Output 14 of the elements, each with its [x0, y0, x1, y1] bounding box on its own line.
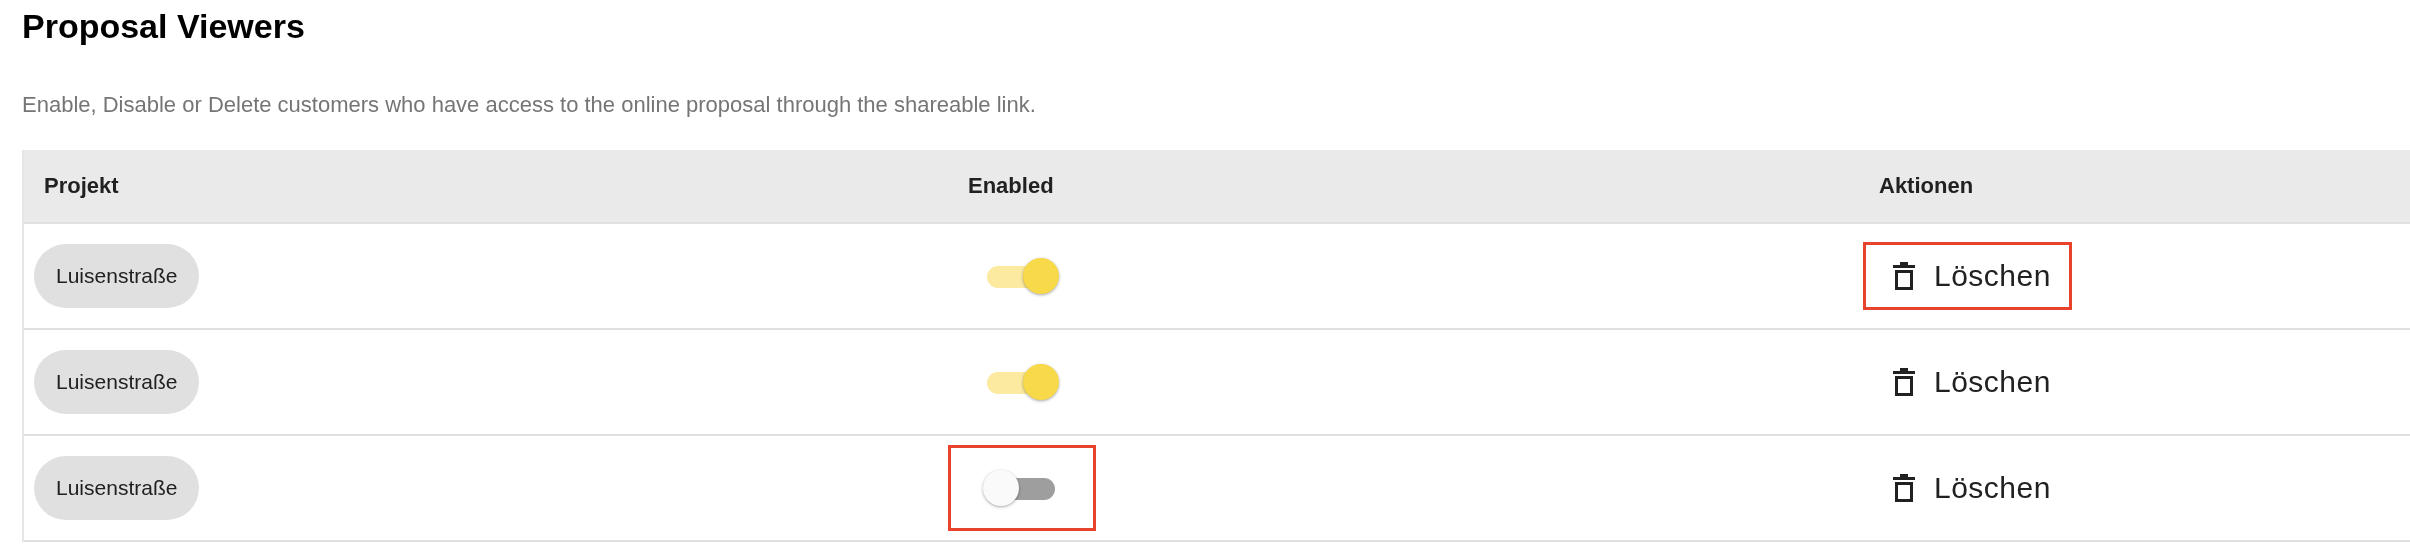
project-chip: Luisenstraße	[34, 244, 200, 308]
project-chip: Luisenstraße	[34, 456, 200, 520]
trash-icon	[1892, 367, 1916, 397]
page-description: Enable, Disable or Delete customers who have access to the online proposal through the shareable link.	[22, 91, 1037, 119]
column-header: Enabled	[967, 173, 1054, 198]
delete-button[interactable]: Löschen	[1892, 259, 2051, 293]
delete-button[interactable]: Löschen	[1892, 471, 2051, 505]
project-chip: Luisenstraße	[34, 350, 200, 414]
column-header: Projekt	[43, 173, 119, 198]
page-title: Proposal Viewers	[22, 6, 306, 46]
column-header: Aktionen	[1878, 173, 1974, 198]
trash-icon	[1892, 473, 1916, 503]
trash-icon	[1892, 261, 1916, 291]
delete-button[interactable]: Löschen	[1892, 365, 2051, 399]
